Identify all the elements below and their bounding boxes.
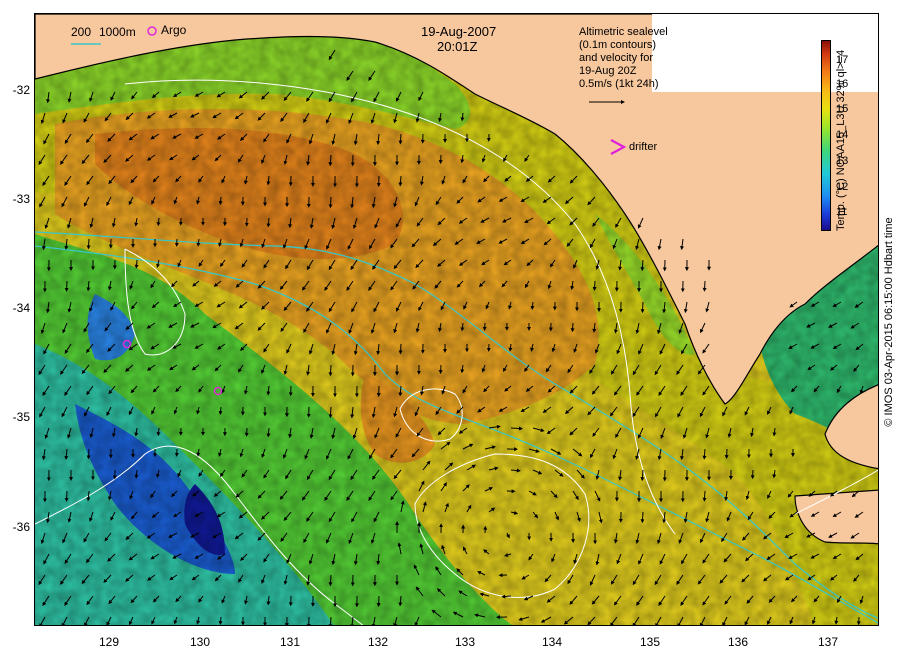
velocity-arrow xyxy=(640,511,645,524)
velocity-arrow xyxy=(530,301,535,310)
velocity-arrow xyxy=(218,196,223,206)
velocity-arrow xyxy=(640,259,645,272)
velocity-arrow xyxy=(134,469,139,479)
lon-tick-label: 137 xyxy=(817,635,839,649)
argo-legend-label: Argo xyxy=(161,23,187,37)
bathymetry-legend-1000: 1000m xyxy=(99,25,136,39)
velocity-arrow xyxy=(640,469,645,482)
colorbar-title: Temp. (°C) NOAA15_L3U 32% ql>=4 xyxy=(835,49,847,231)
altimetry-note-line-5: 0.5m/s (1kt 24h) xyxy=(579,78,659,90)
lon-tick-label: 136 xyxy=(727,635,749,649)
velocity-arrow xyxy=(328,196,333,209)
velocity-arrow xyxy=(640,301,645,314)
altimetry-note-line-4: 19-Aug 20Z xyxy=(579,65,637,77)
velocity-arrow xyxy=(501,594,512,599)
sst-map[interactable]: 200 1000m Argo 19-Aug-2007 20:01Z Altime… xyxy=(34,13,879,626)
lat-tick-label: -35 xyxy=(12,410,30,424)
velocity-arrow xyxy=(134,259,139,269)
temperature-colorbar xyxy=(821,40,831,231)
credit-text: © IMOS 03-Apr-2015 06:15:00 Hdbart time xyxy=(883,217,895,427)
lon-tick-label: 131 xyxy=(279,635,301,649)
lat-tick-label: -32 xyxy=(12,83,30,97)
lon-tick-label: 135 xyxy=(639,635,661,649)
velocity-arrow xyxy=(398,133,403,145)
velocity-arrow xyxy=(702,490,707,502)
velocity-arrow xyxy=(328,574,333,587)
drifter-legend-label: drifter xyxy=(629,141,658,153)
date-label: 19-Aug-2007 xyxy=(421,24,497,39)
velocity-arrow xyxy=(266,595,271,606)
velocity-arrow xyxy=(328,154,333,167)
velocity-arrow xyxy=(86,238,91,250)
velocity-arrow xyxy=(328,364,333,377)
lon-tick-label: 132 xyxy=(367,635,389,649)
altimetry-note-line-2: (0.1m contours) xyxy=(579,39,657,51)
velocity-arrow xyxy=(86,448,91,460)
velocity-arrow xyxy=(510,468,521,473)
lat-tick-label: -34 xyxy=(12,301,30,315)
velocity-arrow xyxy=(266,427,271,438)
velocity-arrow xyxy=(266,217,271,228)
velocity-arrow xyxy=(702,280,707,292)
lon-tick-label: 133 xyxy=(454,635,476,649)
velocity-arrow xyxy=(218,616,223,625)
time-label: 20:01Z xyxy=(437,39,478,54)
lon-tick-label: 134 xyxy=(541,635,563,649)
velocity-arrow xyxy=(592,280,597,291)
sst-map-canvas xyxy=(35,14,878,625)
lon-tick-label: 129 xyxy=(98,635,120,649)
lat-tick-label: -36 xyxy=(12,520,30,534)
velocity-arrow xyxy=(570,322,575,333)
lat-tick-label: -33 xyxy=(12,192,30,206)
velocity-arrow xyxy=(398,175,403,187)
velocity-arrow xyxy=(328,406,333,419)
altimetry-note-line-1: Altimetric sealevel xyxy=(579,26,668,38)
velocity-arrow xyxy=(398,343,403,355)
velocity-arrow xyxy=(328,616,333,625)
velocity-arrow xyxy=(156,217,161,227)
velocity-arrow xyxy=(510,426,523,431)
lon-tick-label: 130 xyxy=(189,635,211,649)
velocity-arrow xyxy=(218,406,223,416)
velocity-arrow xyxy=(156,427,161,437)
velocity-arrow xyxy=(702,448,707,460)
altimetry-note-line-3: and velocity for xyxy=(579,52,653,64)
bathymetry-legend-200: 200 xyxy=(71,25,92,39)
